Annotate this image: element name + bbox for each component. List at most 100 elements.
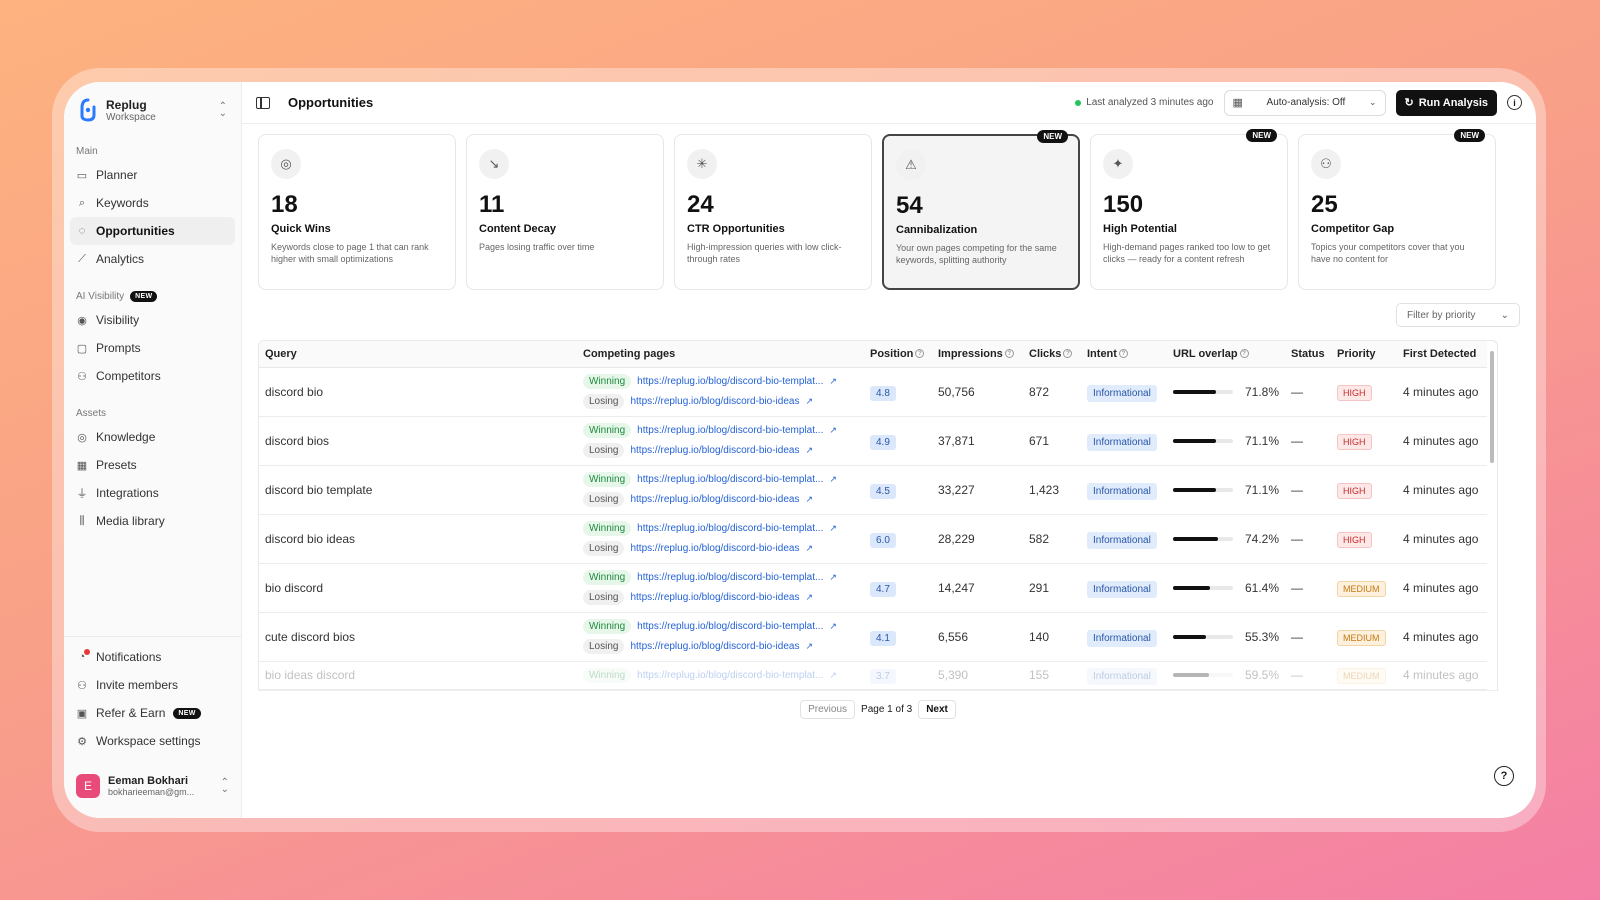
col-clicks[interactable]: Clicks? [1023, 341, 1081, 368]
col-clicks-label: Clicks [1029, 347, 1062, 360]
intent-cell: Informational [1081, 563, 1167, 612]
external-link-icon[interactable]: ↗ [829, 523, 837, 534]
card-competitor-gap[interactable]: ⚇ 25 Competitor Gap Topics your competit… [1298, 129, 1496, 290]
help-circle-icon[interactable]: ? [1004, 349, 1014, 359]
previous-page-button[interactable]: Previous [800, 700, 856, 719]
clicks-cell: 582 [1029, 531, 1050, 546]
intent-badge: Informational [1087, 580, 1157, 598]
table-row[interactable]: cute discord bios Winning https://replug… [259, 612, 1487, 661]
winning-url-link[interactable]: https://replug.io/blog/discord-bio-templ… [637, 376, 823, 387]
auto-analysis-select[interactable]: ▦ Auto-analysis: Off ⌄ [1223, 89, 1386, 116]
sidebar: Replug Workspace ⌃ ⌄ Main ▭ Planner ⌕ Keywor… [64, 82, 242, 818]
card-content-decay[interactable]: ↘ 11 Content Decay Pages losing traffic … [466, 134, 664, 290]
external-link-icon[interactable]: ↗ [805, 592, 813, 603]
sidebar-item-refer-earn[interactable]: ▣ Refer & Earn NEW [70, 699, 235, 727]
col-first-detected[interactable]: First Detected [1397, 341, 1487, 368]
card-description: Keywords close to page 1 that can rank h… [271, 242, 429, 264]
external-link-icon[interactable]: ↗ [829, 621, 837, 632]
sidebar-item-media-library[interactable]: ⫼ Media library [70, 507, 235, 535]
table-row[interactable]: bio ideas discord Winning https://replug… [259, 661, 1487, 689]
col-url-overlap[interactable]: URL overlap? [1167, 341, 1286, 368]
status-cell: — [1291, 668, 1304, 682]
position-cell: 4.1 [864, 612, 932, 661]
competing-pages-cell: Winning https://replug.io/blog/discord-b… [577, 514, 864, 563]
help-circle-icon[interactable]: ? [1118, 349, 1128, 359]
globe-icon: ◎ [77, 431, 87, 444]
card-title: Content Decay [479, 223, 557, 235]
table-row[interactable]: bio discord Winning https://replug.io/bl… [259, 563, 1487, 612]
external-link-icon[interactable]: ↗ [829, 572, 837, 583]
sidebar-item-planner[interactable]: ▭ Planner [70, 161, 235, 189]
run-analysis-button[interactable]: ↻ Run Analysis [1395, 89, 1497, 116]
losing-url-link[interactable]: https://replug.io/blog/discord-bio-ideas [630, 445, 799, 456]
losing-url-link[interactable]: https://replug.io/blog/discord-bio-ideas [630, 592, 799, 603]
overlap-bar [1173, 673, 1233, 677]
table-row[interactable]: discord bio Winning https://replug.io/bl… [259, 367, 1487, 416]
help-icon[interactable]: ? [1494, 766, 1514, 786]
external-link-icon[interactable]: ↗ [805, 494, 813, 505]
next-page-button[interactable]: Next [918, 700, 956, 719]
external-link-icon[interactable]: ↗ [829, 670, 837, 681]
sidebar-item-workspace-settings[interactable]: ⚙ Workspace settings [70, 727, 235, 755]
table-scrollbar[interactable] [1490, 351, 1494, 463]
last-analyzed: Last analyzed 3 minutes ago [1075, 97, 1214, 108]
competing-pages-cell: Winning https://replug.io/blog/discord-b… [577, 612, 864, 661]
winning-url-link[interactable]: https://replug.io/blog/discord-bio-templ… [637, 474, 823, 485]
col-position[interactable]: Position? [864, 341, 932, 368]
external-link-icon[interactable]: ↗ [805, 445, 813, 456]
col-impressions[interactable]: Impressions? [932, 341, 1023, 368]
losing-badge: Losing [583, 590, 625, 605]
winning-url-link[interactable]: https://replug.io/blog/discord-bio-templ… [637, 621, 823, 632]
external-link-icon[interactable]: ↗ [805, 543, 813, 554]
sidebar-item-integrations[interactable]: ⏚ Integrations [70, 479, 235, 507]
table-row[interactable]: discord bio template Winning https://rep… [259, 465, 1487, 514]
external-link-icon[interactable]: ↗ [829, 474, 837, 485]
sidebar-item-invite-members[interactable]: ⚇ Invite members [70, 671, 235, 699]
table-row[interactable]: discord bio ideas Winning https://replug… [259, 514, 1487, 563]
external-link-icon[interactable]: ↗ [805, 396, 813, 407]
user-menu[interactable]: E Eeman Bokhari bokharieeman@gm... ⌃ ⌄ [64, 763, 241, 809]
sidebar-item-opportunities[interactable]: ◌ Opportunities [70, 217, 235, 245]
external-link-icon[interactable]: ↗ [805, 641, 813, 652]
sparkles-icon: ✦ [1103, 149, 1133, 179]
losing-badge: Losing [583, 541, 625, 556]
winning-url-link[interactable]: https://replug.io/blog/discord-bio-templ… [637, 425, 823, 436]
help-circle-icon[interactable]: ? [915, 349, 925, 359]
sidebar-item-visibility[interactable]: ◉ Visibility [70, 306, 235, 334]
sidebar-item-competitors[interactable]: ⚇ Competitors [70, 362, 235, 390]
losing-url-link[interactable]: https://replug.io/blog/discord-bio-ideas [630, 543, 799, 554]
winning-url-link[interactable]: https://replug.io/blog/discord-bio-templ… [637, 523, 823, 534]
priority-filter-select[interactable]: Filter by priority ⌄ [1396, 303, 1520, 327]
col-status[interactable]: Status [1285, 341, 1332, 368]
sidebar-toggle-icon[interactable] [256, 96, 270, 109]
workspace-switcher[interactable]: Replug Workspace ⌃ ⌄ [64, 82, 241, 134]
col-priority[interactable]: Priority [1331, 341, 1398, 368]
sidebar-item-prompts[interactable]: ▢ Prompts [70, 334, 235, 362]
external-link-icon[interactable]: ↗ [829, 376, 837, 387]
sidebar-item-presets[interactable]: ▦ Presets [70, 451, 235, 479]
card-ctr-opportunities[interactable]: ✳ 24 CTR Opportunities High-impression q… [674, 134, 872, 290]
card-high-potential[interactable]: ✦ 150 High Potential High-demand pages r… [1090, 129, 1288, 290]
external-link-icon[interactable]: ↗ [829, 425, 837, 436]
sidebar-item-knowledge[interactable]: ◎ Knowledge [70, 423, 235, 451]
losing-url-link[interactable]: https://replug.io/blog/discord-bio-ideas [630, 494, 799, 505]
card-quick-wins[interactable]: ◎ 18 Quick Wins Keywords close to page 1… [258, 134, 456, 290]
col-intent[interactable]: Intent? [1081, 341, 1167, 368]
winning-url-link[interactable]: https://replug.io/blog/discord-bio-templ… [637, 572, 823, 583]
position-badge: 3.7 [870, 669, 896, 684]
help-circle-icon[interactable]: ? [1239, 349, 1249, 359]
card-cannibalization[interactable]: ⚠ 54 Cannibalization Your own pages comp… [882, 130, 1080, 290]
col-query[interactable]: Query [259, 341, 577, 368]
info-icon[interactable]: i [1507, 95, 1522, 110]
sidebar-item-keywords[interactable]: ⌕ Keywords [70, 189, 235, 217]
table-row[interactable]: discord bios Winning https://replug.io/b… [259, 416, 1487, 465]
winning-url-link[interactable]: https://replug.io/blog/discord-bio-templ… [637, 670, 823, 681]
sidebar-item-notifications[interactable]: ◔ Notifications [70, 643, 235, 671]
losing-url-link[interactable]: https://replug.io/blog/discord-bio-ideas [630, 641, 799, 652]
overlap-bar [1173, 634, 1233, 639]
section-label-main: Main [76, 146, 98, 157]
losing-url-link[interactable]: https://replug.io/blog/discord-bio-ideas [630, 396, 799, 407]
help-circle-icon[interactable]: ? [1063, 349, 1073, 359]
sidebar-item-analytics[interactable]: ⟋ Analytics [70, 245, 235, 273]
overlap-bar-fill [1173, 487, 1216, 492]
